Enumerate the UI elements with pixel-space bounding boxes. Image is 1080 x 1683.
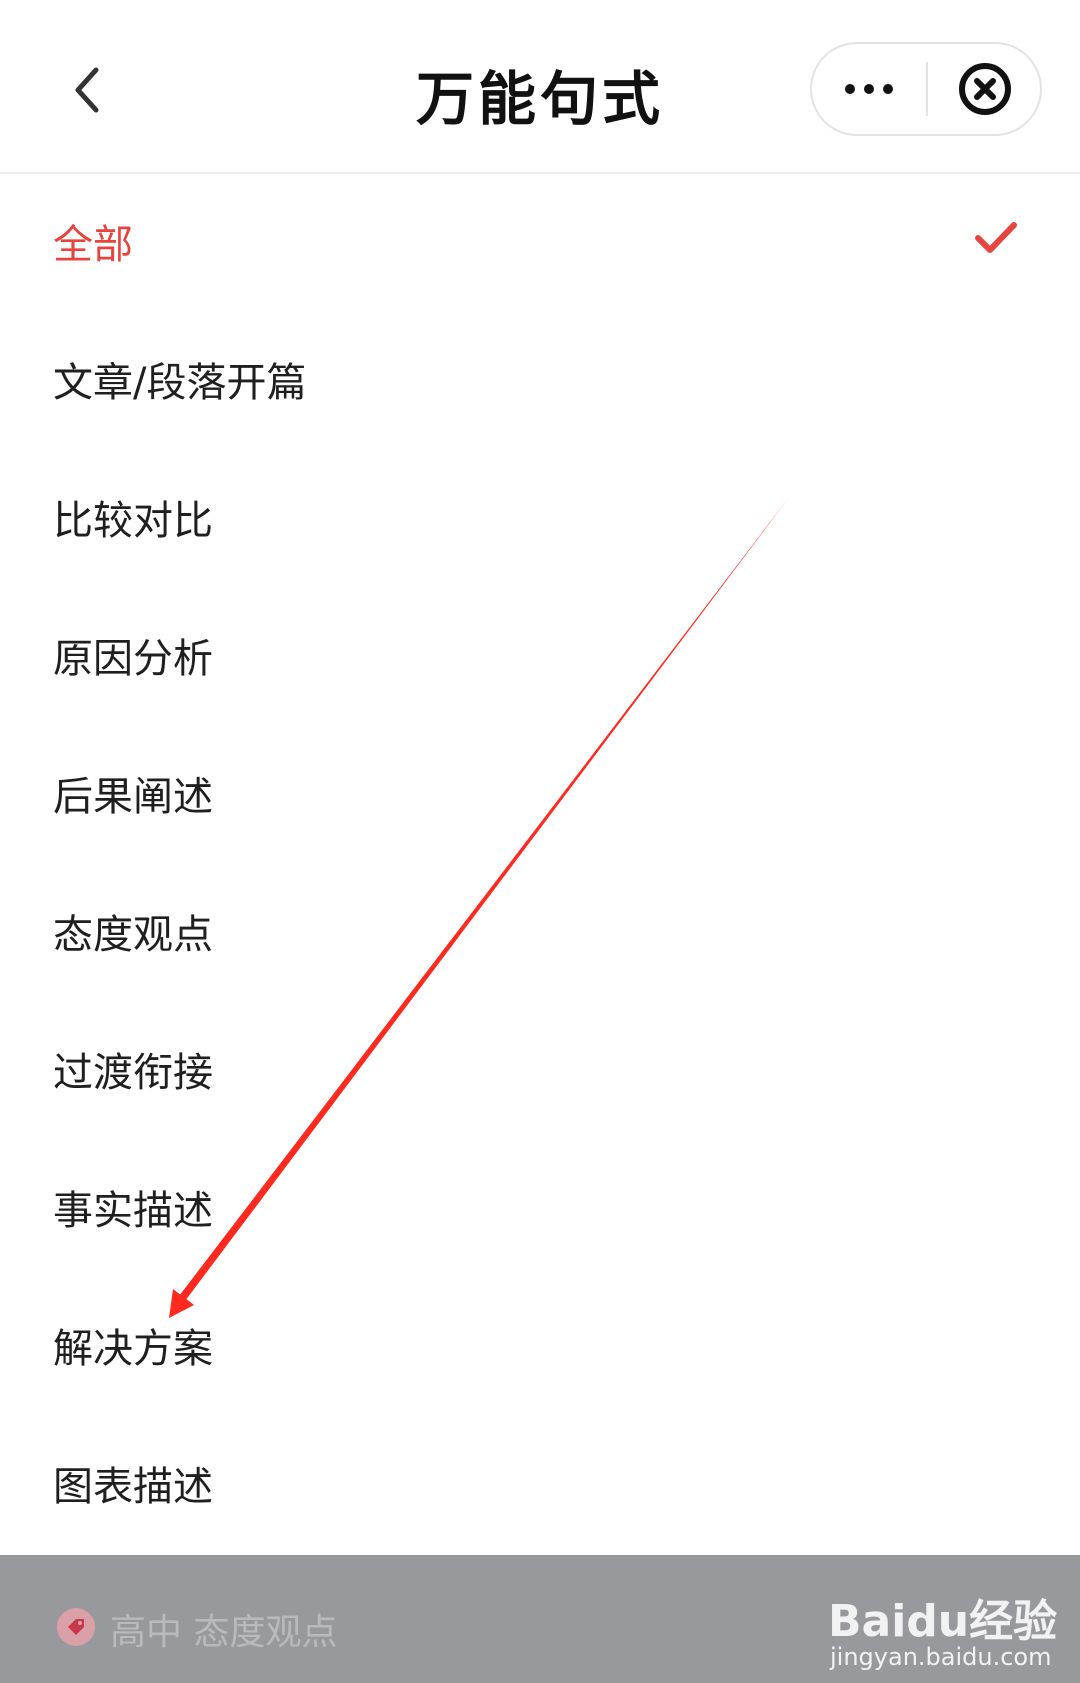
category-item-all[interactable]: 全部 (0, 172, 1080, 310)
category-list: 全部 文章/段落开篇 比较对比 原因分析 后果阐述 态度观点 过渡衔接 事实描述… (0, 172, 1080, 1552)
more-button[interactable] (812, 44, 926, 134)
more-dots-icon (845, 84, 893, 94)
category-label: 比较对比 (53, 498, 213, 544)
category-label: 态度观点 (53, 912, 213, 958)
category-item-opening[interactable]: 文章/段落开篇 (0, 310, 1080, 448)
category-label: 解决方案 (53, 1326, 213, 1372)
category-label: 文章/段落开篇 (53, 360, 307, 406)
category-label: 过渡衔接 (53, 1050, 213, 1096)
close-button[interactable] (928, 44, 1042, 134)
category-label: 后果阐述 (53, 774, 213, 820)
category-item-transition[interactable]: 过渡衔接 (0, 1000, 1080, 1138)
category-item-comparison[interactable]: 比较对比 (0, 448, 1080, 586)
bottom-overlay-bar: 高中 态度观点 Baidu经验 jingyan.baidu.com (0, 1555, 1080, 1683)
category-item-consequences[interactable]: 后果阐述 (0, 724, 1080, 862)
mini-program-capsule (810, 42, 1042, 136)
navigation-bar: 万能句式 (0, 0, 1080, 174)
category-label: 图表描述 (53, 1464, 213, 1510)
category-item-solutions[interactable]: 解决方案 (0, 1276, 1080, 1414)
category-item-chart-description[interactable]: 图表描述 (0, 1414, 1080, 1552)
current-filter-text: 高中 态度观点 (110, 1612, 338, 1653)
category-label: 全部 (53, 222, 133, 268)
category-label: 原因分析 (53, 636, 213, 682)
baidu-jingyan-watermark: Baidu经验 jingyan.baidu.com (828, 1585, 1058, 1675)
category-item-fact-description[interactable]: 事实描述 (0, 1138, 1080, 1276)
category-item-opinion[interactable]: 态度观点 (0, 862, 1080, 1000)
watermark-brand: Baidu经验 (828, 1596, 1058, 1647)
close-circle-icon (959, 63, 1011, 115)
watermark-url: jingyan.baidu.com (830, 1643, 1052, 1671)
category-item-cause-analysis[interactable]: 原因分析 (0, 586, 1080, 724)
check-icon (975, 222, 1017, 253)
category-label: 事实描述 (53, 1188, 213, 1234)
tag-icon (57, 1608, 95, 1646)
